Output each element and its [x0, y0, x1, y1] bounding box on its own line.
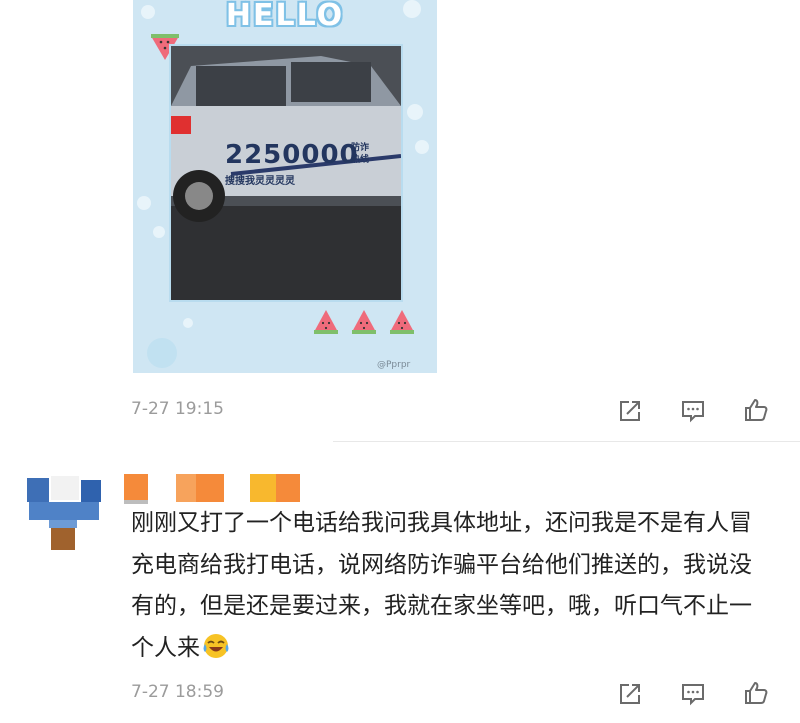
car-photo: 2250000 防诈 热线 搜搜我灵灵灵灵: [169, 44, 403, 302]
bubble-decoration: [153, 226, 165, 238]
share-icon: [620, 684, 640, 704]
bubble-decoration: [137, 196, 151, 210]
like-button[interactable]: [741, 395, 771, 425]
hotline-slogan: 搜搜我灵灵灵灵: [225, 176, 295, 187]
avatar[interactable]: [25, 474, 103, 550]
bubble-decoration: [403, 0, 421, 18]
share-button[interactable]: [615, 679, 645, 709]
username-redacted[interactable]: [124, 474, 148, 502]
share-button[interactable]: [615, 396, 645, 426]
like-icon: [745, 682, 768, 704]
image-watermark: @Pprpr: [377, 360, 411, 370]
share-icon: [620, 401, 640, 421]
comment-icon: [682, 401, 704, 423]
bubble-decoration: [415, 140, 429, 154]
hotline-label: 防诈 热线: [351, 143, 370, 165]
username-redacted: [276, 474, 300, 502]
watermelon-icon: [390, 310, 414, 334]
comment-timestamp: 7-27 18:59: [131, 682, 224, 702]
like-button[interactable]: [741, 678, 771, 708]
username-redacted: [196, 474, 224, 502]
watermelon-icon: [352, 310, 376, 334]
embedded-image[interactable]: HELLO 2250000 防诈 热线 搜搜我灵灵灵灵 @Pprpr: [133, 0, 437, 373]
watermelon-icon: [314, 310, 338, 334]
comment-button[interactable]: [678, 679, 708, 709]
laugh-cry-emoji-icon: [203, 633, 229, 658]
bubble-decoration: [147, 338, 177, 368]
hotline-number: 2250000: [225, 140, 359, 170]
username-redacted: [250, 474, 276, 502]
comment-text: 刚刚又打了一个电话给我问我具体地址，还问我是不是有人冒充电商给我打电话，说网络防…: [131, 503, 771, 669]
divider: [333, 441, 800, 442]
bubble-decoration: [141, 5, 155, 19]
like-icon: [745, 399, 768, 421]
bubble-decoration: [183, 318, 193, 328]
bubble-decoration: [407, 104, 423, 120]
post-timestamp: 7-27 19:15: [131, 399, 224, 419]
comment-icon: [682, 684, 704, 706]
comment-button[interactable]: [678, 396, 708, 426]
